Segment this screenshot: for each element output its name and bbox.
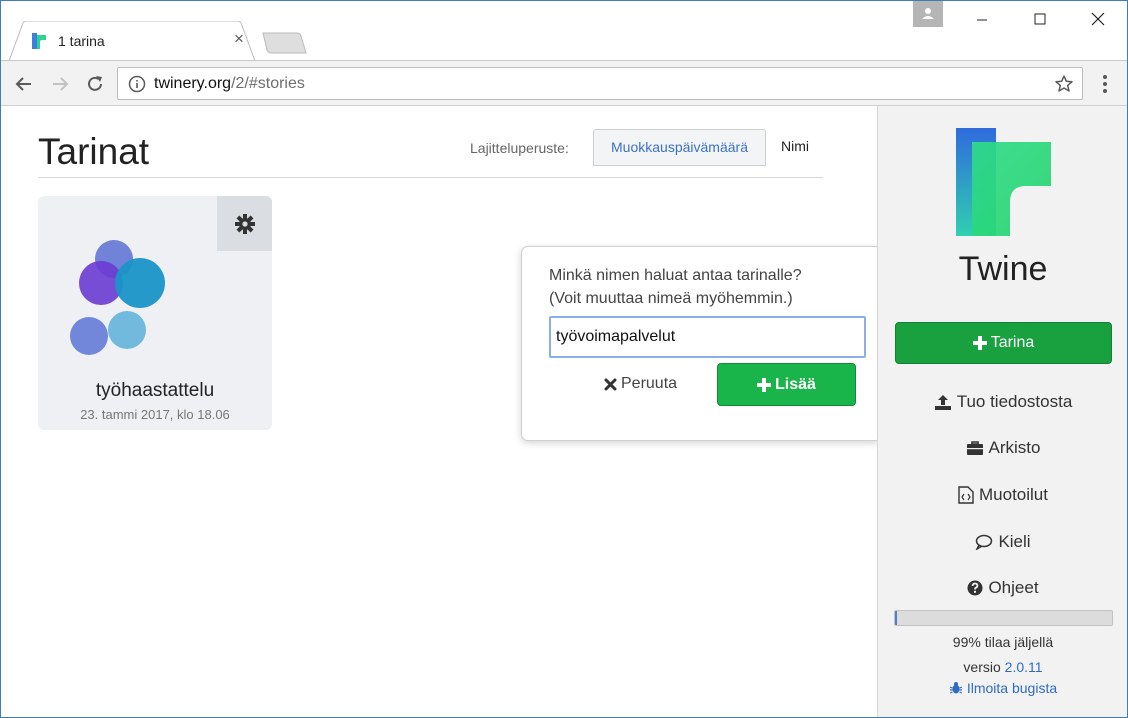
add-story-button[interactable]: Lisää	[717, 363, 856, 406]
archive-link[interactable]: Arkisto	[878, 437, 1127, 459]
page-title: Tarinat	[38, 131, 150, 172]
bookmark-star-icon[interactable]	[1054, 74, 1074, 94]
cancel-label: Peruuta	[621, 375, 678, 392]
profile-icon[interactable]	[913, 1, 943, 27]
version-prefix: versio	[963, 659, 1001, 675]
dialog-hint: (Voit muuttaa nimeä myöhemmin.)	[549, 290, 793, 307]
upload-icon	[934, 395, 951, 410]
tab-close-icon[interactable]: ×	[231, 30, 247, 47]
twine-favicon-icon	[32, 33, 46, 49]
twine-logo	[956, 128, 1051, 236]
gear-icon	[234, 213, 255, 234]
sort-label: Lajitteluperuste:	[470, 140, 569, 156]
title-divider	[38, 177, 823, 178]
sidebar: Twine Tarina Tuo tiedostosta Arkisto Muo…	[877, 106, 1127, 717]
import-label: Tuo tiedostosta	[956, 392, 1073, 411]
plus-icon	[757, 377, 772, 392]
version-link[interactable]: 2.0.11	[1005, 659, 1043, 675]
forward-button[interactable]	[47, 71, 73, 97]
url-path: /2/#stories	[231, 75, 305, 92]
browser-window: 1 tarina × twinery.org/2/#stories Tarina…	[0, 0, 1128, 718]
reload-button[interactable]	[82, 71, 108, 97]
url-text[interactable]: twinery.org/2/#stories	[154, 75, 305, 93]
import-link[interactable]: Tuo tiedostosta	[878, 391, 1127, 413]
tab-strip: 1 tarina ×	[1, 1, 1127, 61]
help-link[interactable]: Ohjeet	[878, 577, 1127, 599]
close-window-button[interactable]	[1069, 1, 1127, 37]
formats-link[interactable]: Muotoilut	[878, 484, 1127, 506]
language-label: Kieli	[998, 532, 1031, 551]
sort-by-name-button[interactable]: Nimi	[767, 129, 823, 166]
dialog-question: Minkä nimen haluat antaa tarinalle?	[549, 267, 802, 284]
cancel-button[interactable]: Peruuta	[604, 374, 684, 394]
story-settings-button[interactable]	[217, 196, 272, 251]
arrow-left-icon	[15, 77, 31, 91]
browser-toolbar: twinery.org/2/#stories	[1, 60, 1127, 106]
arrow-right-icon	[53, 77, 69, 91]
language-link[interactable]: Kieli	[878, 531, 1127, 553]
new-story-dialog: Minkä nimen haluat antaa tarinalle? (Voi…	[521, 246, 900, 441]
page-content: Tarinat Lajitteluperuste: Muokkauspäiväm…	[1, 106, 1127, 717]
close-icon	[1091, 12, 1105, 26]
story-name-input[interactable]	[549, 316, 866, 358]
bug-icon	[949, 682, 963, 694]
add-label: Lisää	[775, 375, 816, 393]
story-date: 23. tammi 2017, klo 18.06	[80, 407, 230, 422]
maximize-icon	[1034, 13, 1046, 25]
tab-title: 1 tarina	[58, 33, 105, 49]
brand-name: Twine	[958, 250, 1048, 288]
speech-bubble-icon	[976, 534, 993, 550]
version-text: versio 2.0.11	[878, 659, 1127, 675]
back-button[interactable]	[11, 71, 37, 97]
browser-tab[interactable]: 1 tarina ×	[9, 21, 255, 61]
maximize-button[interactable]	[1011, 1, 1069, 37]
report-bug-link[interactable]: Ilmoita bugista	[878, 680, 1127, 696]
new-story-label: Tarina	[990, 334, 1035, 351]
storage-bar-fill	[895, 611, 898, 625]
new-tab-button[interactable]	[261, 31, 307, 55]
code-file-icon	[958, 486, 974, 504]
new-story-button[interactable]: Tarina	[895, 322, 1112, 364]
story-name: työhaastattelu	[95, 380, 215, 401]
help-label: Ohjeet	[988, 578, 1039, 597]
minimize-button[interactable]	[953, 1, 1011, 37]
formats-label: Muotoilut	[979, 485, 1048, 504]
story-library: Tarinat Lajitteluperuste: Muokkauspäiväm…	[1, 106, 900, 717]
reload-icon	[88, 76, 102, 91]
storage-bar	[894, 610, 1113, 626]
briefcase-icon	[966, 441, 983, 455]
report-bug-label: Ilmoita bugista	[966, 680, 1058, 696]
minimize-icon	[977, 19, 987, 21]
browser-menu-icon[interactable]	[1097, 71, 1113, 97]
question-circle-icon	[967, 580, 983, 596]
close-icon	[604, 378, 617, 390]
sort-by-date-button[interactable]: Muokkauspäivämäärä	[593, 129, 766, 166]
url-host: twinery.org	[154, 75, 232, 92]
info-icon[interactable]	[128, 75, 146, 93]
plus-icon	[972, 336, 987, 350]
story-card[interactable]: työhaastattelu 23. tammi 2017, klo 18.06	[38, 196, 272, 430]
archive-label: Arkisto	[988, 438, 1041, 457]
storage-text: 99% tilaa jäljellä	[952, 634, 1054, 650]
address-bar[interactable]: twinery.org/2/#stories	[117, 67, 1083, 100]
story-preview-graphic	[70, 240, 165, 355]
